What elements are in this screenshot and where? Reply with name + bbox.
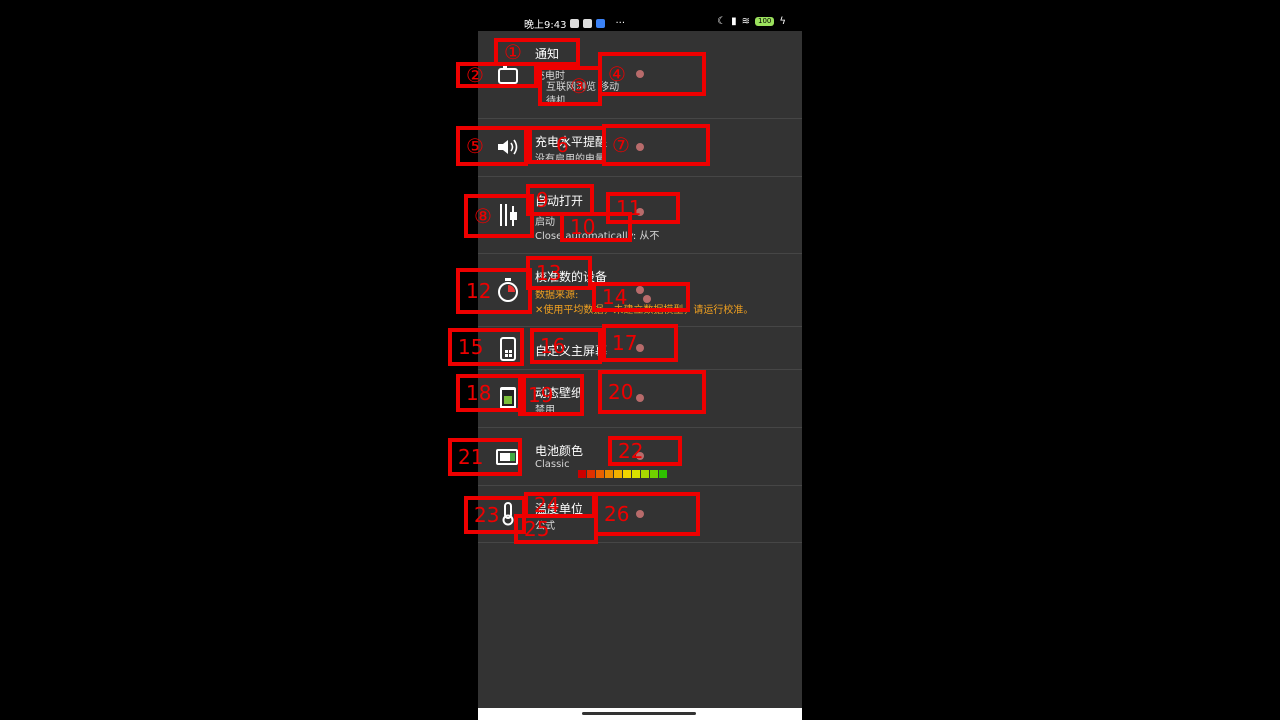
annotation-marker: ⑤: [456, 126, 528, 166]
battery-color-swatch: [614, 470, 622, 478]
app-notification-icon: [570, 19, 580, 28]
battery-color-swatch: [587, 470, 595, 478]
battery-level: 100: [755, 17, 775, 26]
status-time: 晚上9:43: [524, 20, 567, 31]
battery-color-swatch: [605, 470, 613, 478]
annotation-marker: ⑦: [602, 124, 710, 166]
annotation-marker: 16: [530, 328, 602, 364]
annotation-marker: 11: [606, 192, 680, 224]
battery-color-swatch: [659, 470, 667, 478]
annotation-marker: 18: [456, 374, 526, 412]
annotation-marker: ②: [456, 62, 538, 88]
annotation-marker: 26: [594, 492, 700, 536]
charging-icon: ϟ: [779, 16, 786, 27]
setting-subtitle: Classic: [535, 459, 570, 470]
annotation-marker: ③: [538, 66, 602, 106]
battery-color-swatch: [578, 470, 586, 478]
annotation-marker: 21: [448, 438, 522, 476]
annotation-marker: 17: [602, 324, 678, 362]
annotation-marker: 12: [456, 268, 532, 314]
nav-bar: [478, 708, 802, 720]
app-notification-icon: [596, 19, 606, 28]
annotation-marker: 6: [528, 126, 606, 164]
annotation-marker: 19: [518, 374, 584, 416]
battery-color-swatch: [623, 470, 631, 478]
battery-color-swatch: [650, 470, 658, 478]
annotation-marker: 22: [608, 436, 682, 466]
battery-color-swatch: [596, 470, 604, 478]
annotation-marker: 14: [592, 282, 690, 312]
app-notification-icon: [583, 19, 593, 28]
annotation-marker: 20: [598, 370, 706, 414]
annotation-marker: 15: [448, 328, 524, 366]
annotation-marker: ⑧: [464, 194, 534, 238]
signal-icon: ▮: [731, 16, 737, 27]
status-bar: 晚上9:43 ··· ☾ ▮ ≋ 100 ϟ: [478, 0, 802, 31]
annotation-marker: 13: [526, 256, 592, 290]
moon-icon: ☾: [717, 16, 727, 27]
battery-color-swatch: [641, 470, 649, 478]
more-notifications-icon: ···: [615, 18, 626, 29]
home-gesture-handle[interactable]: [582, 712, 696, 715]
setting-title: 电池颜色: [535, 444, 584, 458]
battery-color-swatches: [578, 470, 667, 478]
annotation-marker: ④: [598, 52, 706, 96]
annotation-marker: 25: [514, 514, 598, 544]
battery-color-swatch: [632, 470, 640, 478]
wifi-icon: ≋: [741, 16, 751, 27]
